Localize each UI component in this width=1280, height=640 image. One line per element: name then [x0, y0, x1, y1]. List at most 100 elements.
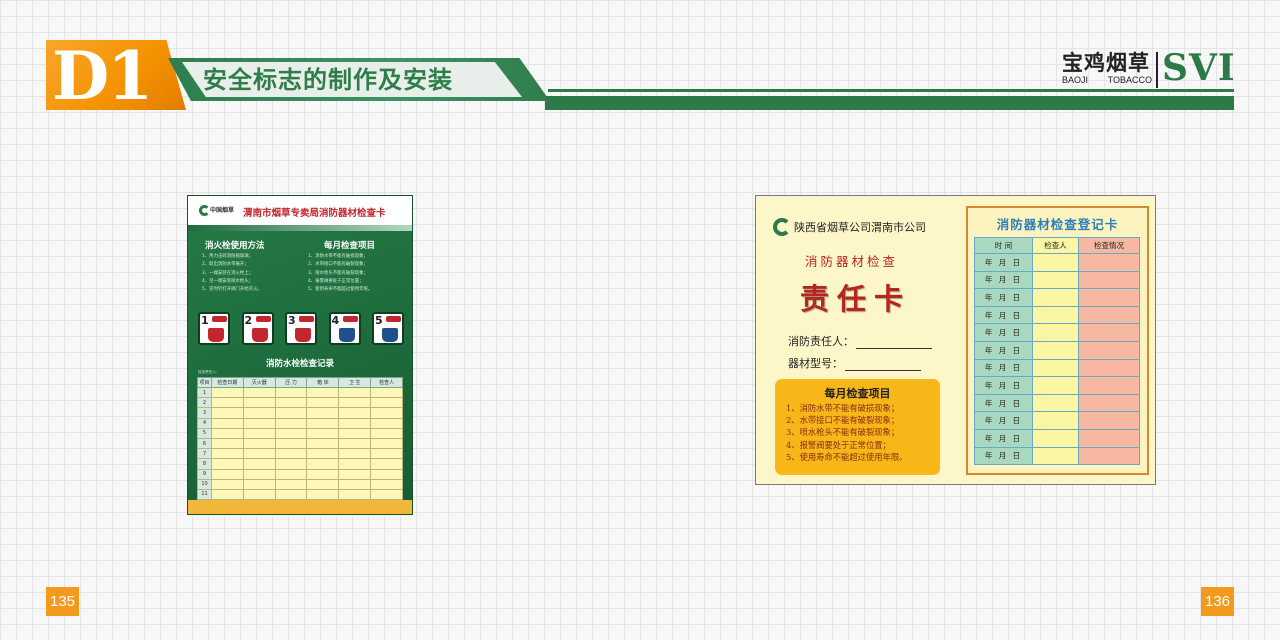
- brand-svi-logo: SVI: [1162, 47, 1236, 89]
- record-note: 检查责任人：: [198, 370, 220, 374]
- inspector-cell: [1032, 305, 1079, 325]
- blank-cell: [370, 448, 403, 460]
- blank-cell: [274, 468, 308, 480]
- blank-cell: [370, 386, 403, 399]
- table-row: 5: [197, 427, 403, 439]
- table-row: 年 月 日: [974, 270, 1140, 290]
- status-cell: [1078, 411, 1140, 430]
- page-title: 安全标志的制作及安装: [203, 67, 453, 94]
- blank-cell: [211, 448, 244, 460]
- blank-cell: [211, 468, 244, 480]
- status-cell: [1078, 288, 1140, 307]
- list-item: 2、水带接口不能有破裂现象；: [308, 262, 368, 268]
- date-cell: 年 月 日: [974, 323, 1033, 342]
- blank-cell: [242, 386, 276, 399]
- equipment-model-field: 器材型号：: [788, 355, 921, 371]
- blank-cell: [274, 407, 308, 419]
- header-rule-thin: [548, 89, 1234, 92]
- list-item: 5、使用寿命不能超过使用年限。: [308, 287, 373, 293]
- step-number: 4: [331, 314, 340, 327]
- table-row: 年 月 日: [974, 428, 1140, 448]
- blank-cell: [338, 458, 372, 470]
- blank-cell: [242, 397, 276, 409]
- header-cell: 时 间: [974, 237, 1033, 254]
- monthly-check-list: 1、消防水带不能有破损现象； 2、水带接口不能有破裂现象； 3、喷水枪头不能有破…: [308, 253, 372, 294]
- status-cell: [1078, 393, 1140, 413]
- header-cell: 灭火器: [242, 377, 276, 388]
- table-row: 6: [197, 437, 403, 450]
- step-2-icon: 2: [241, 312, 274, 345]
- hydrant-usage-heading: 消火栓使用方法: [205, 241, 265, 251]
- month-cell: 9: [197, 468, 212, 480]
- blank-cell: [306, 488, 340, 501]
- step-number: 3: [288, 314, 296, 327]
- inspector-cell: [1032, 376, 1079, 395]
- blank-cell: [242, 417, 276, 429]
- step-4-icon: 4: [328, 312, 361, 345]
- date-cell: 年 月 日: [974, 428, 1033, 448]
- status-cell: [1078, 305, 1140, 325]
- header-cell: 项目: [197, 377, 212, 388]
- blank-cell: [370, 397, 403, 409]
- inspector-cell: [1032, 270, 1079, 290]
- monthly-check-heading: 每月检查项目: [824, 387, 891, 400]
- step-number: 2: [244, 314, 253, 327]
- fire-equipment-inspection-card: 中国烟草 渭南市烟草专卖局消防器材检查卡 消火栓使用方法 1、用力击碎消防箱玻璃…: [187, 195, 413, 515]
- blank-cell: [338, 437, 372, 450]
- step-number: 5: [375, 314, 383, 327]
- month-cell: 10: [197, 478, 212, 490]
- blank-cell: [211, 437, 244, 450]
- blank-cell: [338, 386, 372, 399]
- blank-cell: [242, 407, 276, 419]
- blank-cell: [242, 427, 276, 439]
- month-cell: 3: [197, 407, 212, 419]
- table-row: 年 月 日: [974, 305, 1140, 325]
- blank-cell: [211, 488, 244, 501]
- blank-cell: [242, 488, 276, 501]
- blank-cell: [306, 468, 340, 480]
- date-cell: 年 月 日: [974, 270, 1033, 290]
- blank-cell: [242, 448, 276, 460]
- status-cell: [1078, 446, 1140, 466]
- card-title: 渭南市烟草专卖局消防器材检查卡: [243, 208, 386, 219]
- blank-cell: [338, 417, 372, 429]
- step-1-icon: 1: [198, 312, 230, 345]
- table-row: 4: [197, 417, 403, 429]
- inspector-cell: [1032, 411, 1079, 430]
- blank-cell: [306, 458, 340, 470]
- blank-cell: [370, 407, 403, 419]
- field-label: 器材型号：: [788, 357, 843, 370]
- table-row: 年 月 日: [974, 253, 1140, 272]
- brand-en-word-1: BAOJI: [1062, 75, 1089, 85]
- blank-cell: [211, 427, 244, 439]
- blank-cell: [338, 478, 372, 490]
- header-cell: 检查情况: [1078, 237, 1140, 254]
- brand-name-en: BAOJI TOBACCO: [1062, 75, 1152, 85]
- step-3-icon: 3: [285, 312, 317, 345]
- status-cell: [1078, 323, 1140, 342]
- date-cell: 年 月 日: [974, 446, 1033, 466]
- blank-cell: [306, 437, 340, 450]
- header-cell: 检查人: [370, 377, 403, 388]
- inspector-cell: [1032, 340, 1079, 360]
- blank-cell: [211, 386, 244, 399]
- card-subtitle: 消防器材检查: [805, 254, 899, 269]
- blank-cell: [306, 417, 340, 429]
- list-item: 5、逆时针打开阀门开始灭火。: [202, 287, 262, 293]
- table-row: 11: [197, 488, 403, 501]
- blank-cell: [274, 437, 308, 450]
- blank-cell: [242, 437, 276, 450]
- list-item: 1、消防水带不能有破损现象；: [786, 403, 900, 413]
- blank-cell: [242, 458, 276, 470]
- header-rule: [545, 96, 1234, 110]
- table-row: 年 月 日: [974, 411, 1140, 430]
- inspector-cell: [1032, 253, 1079, 272]
- blank-cell: [211, 407, 244, 419]
- blank-cell: [370, 417, 403, 429]
- table-row: 2: [197, 397, 403, 409]
- inspector-cell: [1032, 393, 1079, 413]
- blank-cell: [306, 407, 340, 419]
- table-row: 10: [197, 478, 403, 490]
- blank-cell: [274, 417, 308, 429]
- table-row: 年 月 日: [974, 393, 1140, 413]
